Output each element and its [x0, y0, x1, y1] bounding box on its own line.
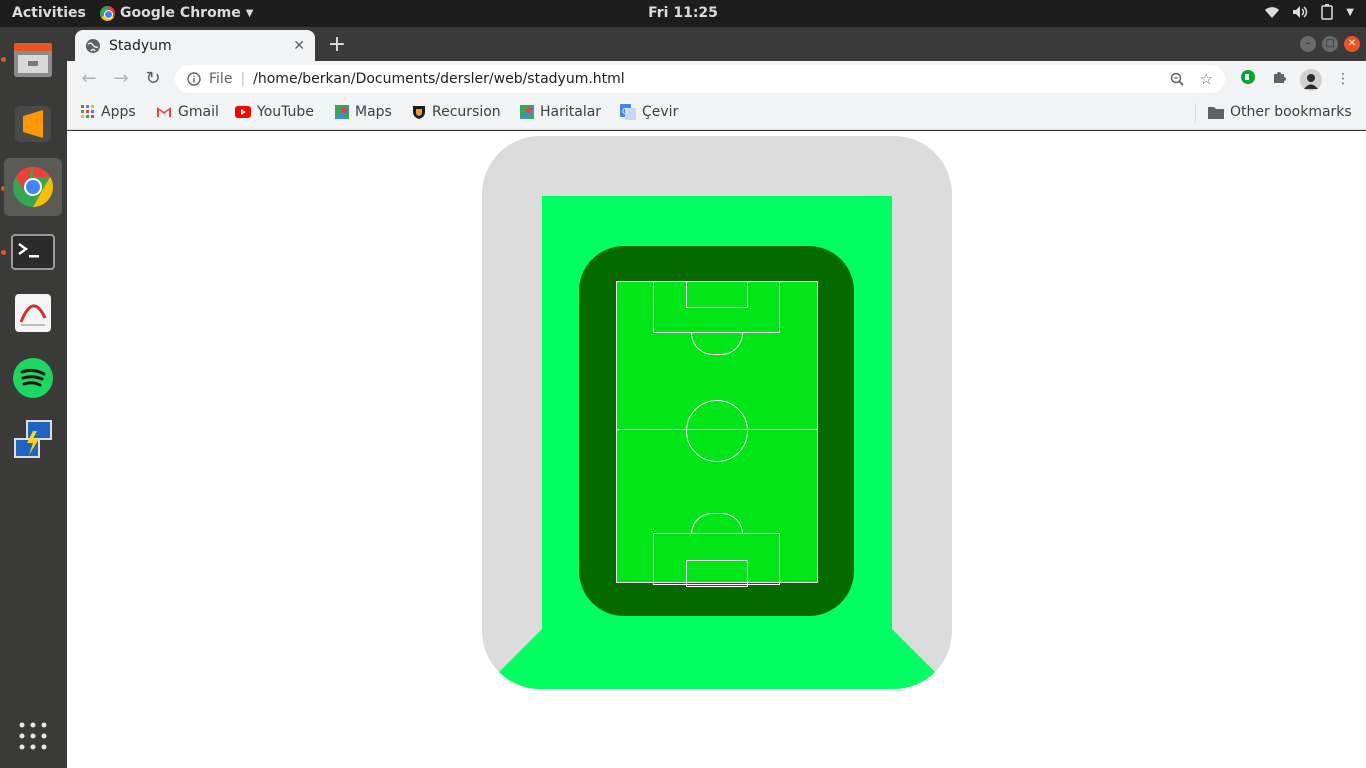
other-bookmarks[interactable]: Other bookmarks — [1208, 104, 1352, 120]
chevron-down-icon: ▼ — [245, 7, 254, 19]
bookmark-star-icon[interactable]: ☆ — [1200, 72, 1213, 87]
bookmark-recursion[interactable]: Recursion — [412, 104, 501, 120]
bookmark-label: Maps — [355, 104, 392, 120]
bookmark-label: Çevir — [642, 104, 679, 120]
close-window-button[interactable]: ✕ — [1344, 36, 1360, 52]
system-tray[interactable]: ▼ — [1264, 4, 1354, 20]
stadium — [482, 136, 952, 689]
bookmark-label: Haritalar — [540, 104, 602, 120]
avatar[interactable] — [1300, 69, 1322, 91]
bookmark-label: Recursion — [432, 104, 501, 120]
bookmarks-bar: Apps Gmail YouTube Maps Recursion Harita… — [67, 97, 1366, 130]
maps-icon — [335, 105, 349, 119]
evernote-icon[interactable] — [1238, 69, 1258, 89]
window-controls: – □ ✕ — [1300, 36, 1360, 52]
app-menu[interactable]: Google Chrome ▼ — [100, 5, 253, 21]
app-grid-icon[interactable] — [4, 707, 62, 765]
recursion-shield-icon — [413, 105, 425, 119]
football-pitch — [616, 281, 818, 587]
bookmark-label: Apps — [101, 104, 136, 120]
clock[interactable]: Fri 11:25 — [648, 5, 718, 21]
spotify-icon[interactable] — [4, 349, 62, 407]
back-button[interactable]: ← — [77, 67, 101, 91]
menu-kebab-icon[interactable]: ⋮ — [1333, 69, 1353, 89]
forward-button[interactable]: → — [109, 67, 133, 91]
volume-icon — [1293, 6, 1308, 18]
stands-corner-right — [892, 629, 952, 689]
address-separator: | — [240, 71, 246, 87]
bookmark-haritalar[interactable]: Haritalar — [520, 104, 601, 120]
gmail-icon — [157, 107, 171, 117]
tab-strip: Stadyum ✕ + – □ ✕ — [67, 27, 1366, 61]
youtube-icon — [235, 106, 251, 118]
page-content — [67, 131, 1366, 768]
system-top-bar: Activities Google Chrome ▼ Fri 11:25 ▼ — [0, 0, 1366, 27]
goal-area-bottom — [686, 560, 748, 587]
reload-button[interactable]: ↻ — [141, 67, 165, 91]
minimize-button[interactable]: – — [1300, 36, 1316, 52]
maximize-button[interactable]: □ — [1322, 36, 1338, 52]
battery-icon — [1321, 4, 1334, 20]
globe-icon — [86, 38, 100, 53]
address-scheme: File — [209, 71, 233, 87]
stands-corner-left — [482, 629, 542, 689]
chrome-icon[interactable] — [4, 158, 62, 216]
bookmark-cevir[interactable]: G Çevir — [620, 104, 678, 120]
bookmarks-divider — [1195, 103, 1196, 123]
files-icon[interactable] — [4, 30, 62, 88]
new-tab-button[interactable]: + — [325, 32, 349, 57]
svg-text:G: G — [622, 107, 628, 116]
document-viewer-icon[interactable] — [4, 284, 62, 342]
goal-area-top — [686, 281, 748, 308]
bookmark-youtube[interactable]: YouTube — [235, 104, 314, 120]
folder-icon — [1208, 106, 1224, 119]
center-circle — [686, 400, 748, 462]
tab-stadyum[interactable]: Stadyum ✕ — [75, 30, 315, 61]
dock — [0, 27, 67, 768]
apps-grid-icon — [81, 105, 94, 118]
sublime-text-icon[interactable] — [4, 95, 62, 153]
remote-desktop-icon[interactable] — [4, 412, 62, 470]
bookmark-label: Gmail — [178, 104, 219, 120]
maps-icon — [520, 105, 534, 119]
terminal-icon[interactable] — [4, 223, 62, 281]
penalty-arc-bottom — [691, 513, 743, 534]
extensions-puzzle-icon[interactable] — [1269, 69, 1289, 89]
bookmark-maps[interactable]: Maps — [335, 104, 392, 120]
penalty-arc-top — [691, 333, 743, 355]
browser-toolbar: ← → ↻ File | /home/berkan/Documents/ders… — [67, 61, 1366, 97]
bookmark-apps[interactable]: Apps — [81, 104, 136, 120]
zoom-icon[interactable] — [1170, 72, 1184, 86]
close-tab-icon[interactable]: ✕ — [293, 38, 305, 54]
bookmark-label: YouTube — [257, 104, 314, 120]
tab-title: Stadyum — [109, 37, 172, 54]
translate-icon: G — [620, 104, 636, 120]
chrome-icon — [100, 5, 115, 21]
wifi-icon — [1265, 7, 1280, 18]
info-icon[interactable] — [187, 72, 201, 86]
app-menu-label: Google Chrome — [120, 5, 241, 21]
bookmark-gmail[interactable]: Gmail — [156, 104, 219, 120]
address-bar[interactable]: File | /home/berkan/Documents/dersler/we… — [175, 65, 1225, 93]
other-bookmarks-label: Other bookmarks — [1230, 104, 1352, 120]
tray-chevron-down-icon: ▼ — [1346, 6, 1354, 18]
address-url[interactable]: /home/berkan/Documents/dersler/web/stady… — [253, 71, 1169, 87]
activities-button[interactable]: Activities — [12, 5, 86, 21]
